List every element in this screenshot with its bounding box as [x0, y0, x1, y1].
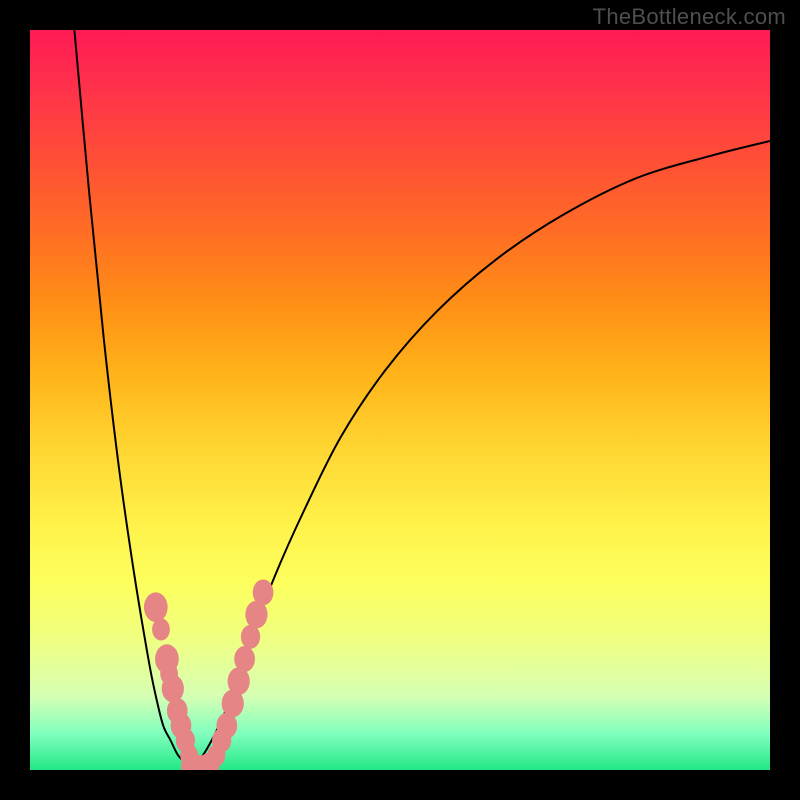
data-marker — [144, 592, 168, 622]
data-marker — [253, 579, 274, 605]
right-curve — [193, 141, 770, 770]
chart-svg — [30, 30, 770, 770]
outer-frame: TheBottleneck.com — [0, 0, 800, 800]
plot-area — [30, 30, 770, 770]
data-marker — [152, 618, 170, 640]
bead-group — [144, 579, 274, 770]
data-marker — [234, 646, 255, 672]
data-marker — [162, 675, 184, 703]
attribution-text: TheBottleneck.com — [593, 4, 786, 30]
